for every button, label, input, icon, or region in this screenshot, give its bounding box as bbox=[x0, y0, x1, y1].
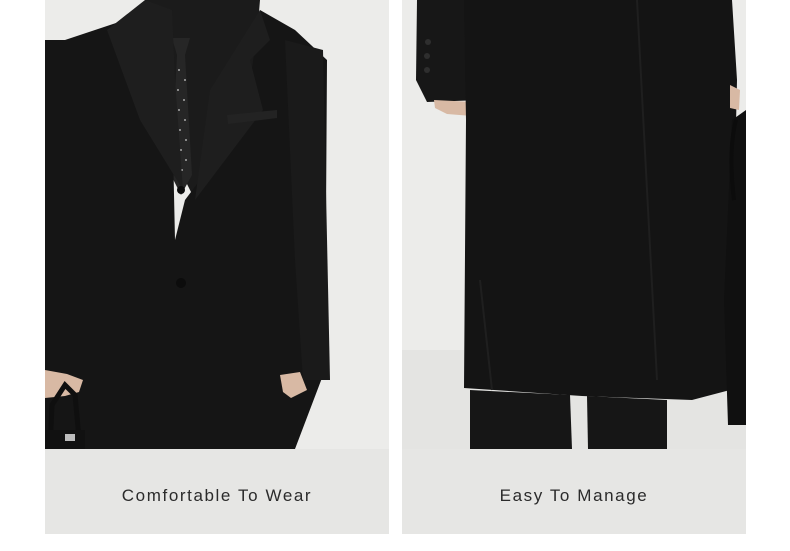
caption-easy-manage: Easy To Manage bbox=[499, 485, 649, 505]
caption-comfortable: Comfortable To Wear bbox=[121, 485, 313, 505]
coat-lower-photo bbox=[402, 0, 746, 449]
coat-front-photo bbox=[45, 0, 389, 449]
product-card-comfortable: Comfortable To Wear bbox=[45, 0, 389, 534]
product-card-easy-manage: Easy To Manage bbox=[402, 0, 746, 534]
